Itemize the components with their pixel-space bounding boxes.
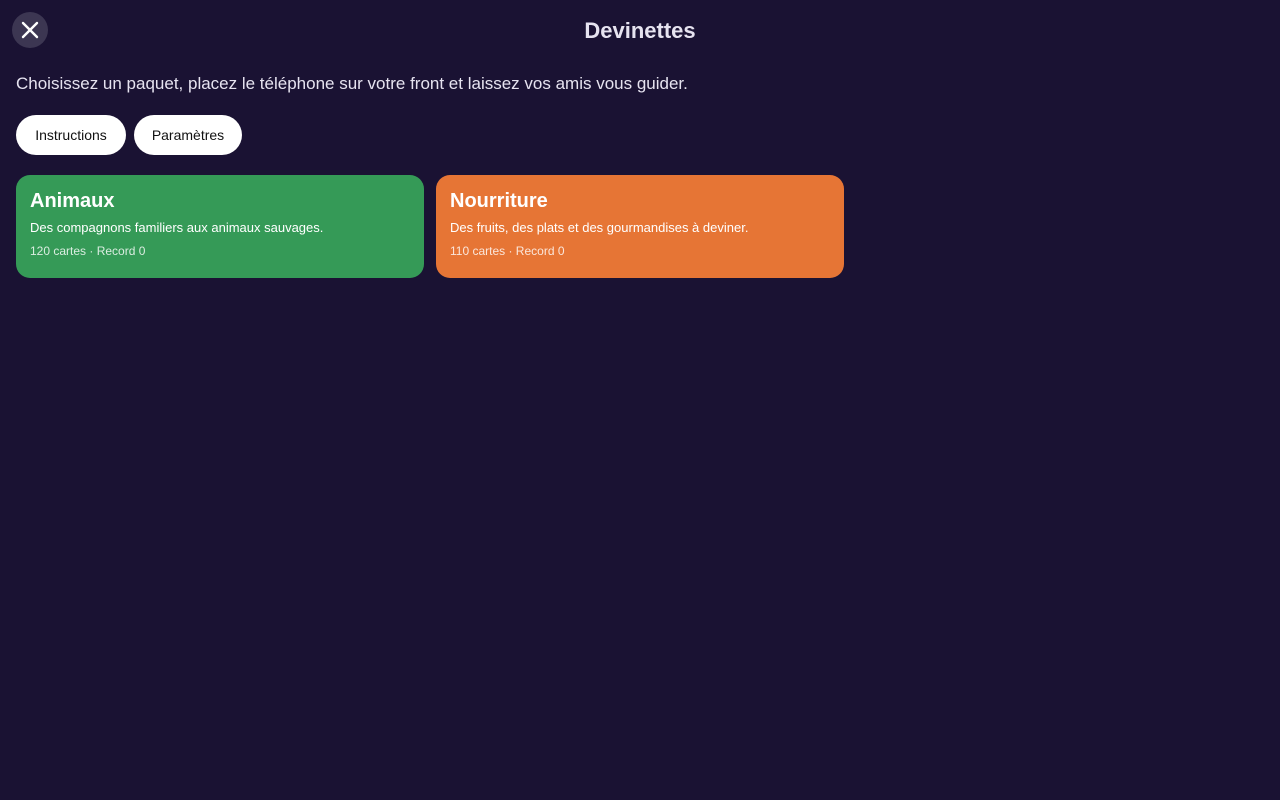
deck-card-nourriture[interactable]: Nourriture Des fruits, des plats et des … (436, 175, 844, 278)
intro-text: Choisissez un paquet, placez le téléphon… (16, 74, 688, 93)
settings-button[interactable]: Paramètres (134, 115, 242, 155)
deck-meta: 120 cartes · Record 0 (30, 244, 146, 258)
deck-meta: 110 cartes · Record 0 (450, 244, 565, 258)
deck-description: Des fruits, des plats et des gourmandise… (450, 220, 749, 235)
deck-description: Des compagnons familiers aux animaux sau… (30, 220, 324, 235)
instructions-button[interactable]: Instructions (16, 115, 126, 155)
deck-title: Animaux (30, 190, 115, 212)
game-menu-screen: Devinettes Choisissez un paquet, placez … (0, 0, 1280, 800)
deck-title: Nourriture (450, 190, 548, 212)
page-title: Devinettes (584, 18, 696, 43)
deck-card-animaux[interactable]: Animaux Des compagnons familiers aux ani… (16, 175, 424, 278)
deck-list: Animaux Des compagnons familiers aux ani… (16, 175, 844, 278)
action-buttons: Instructions Paramètres (16, 115, 242, 155)
